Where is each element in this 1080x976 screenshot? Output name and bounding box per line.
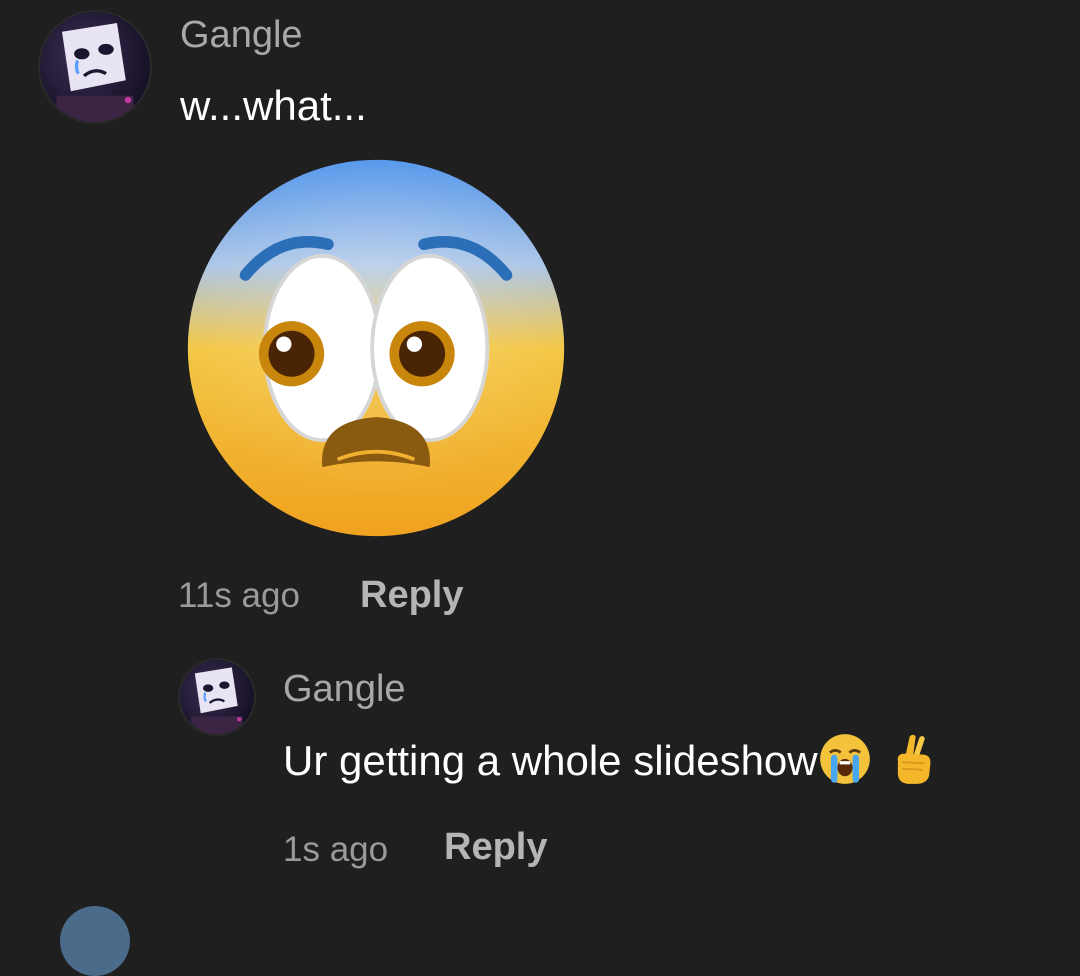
avatar[interactable] [180, 660, 254, 734]
username[interactable]: Gangle [283, 668, 406, 711]
timestamp: 1s ago [283, 830, 389, 869]
comment: Gangle w...what... 11s ago Reply [0, 0, 1080, 640]
comment-text: Ur getting a whole slideshow [283, 737, 818, 785]
username[interactable]: Gangle [180, 14, 303, 57]
avatar[interactable] [40, 12, 150, 122]
reply-button[interactable]: Reply [360, 574, 463, 617]
comment-text: w...what... [180, 82, 367, 129]
fearful-face-sticker [184, 156, 568, 540]
loudly-crying-face-emoji [818, 732, 872, 796]
avatar[interactable] [60, 906, 130, 976]
reply-button[interactable]: Reply [444, 826, 547, 869]
crossed-fingers-emoji [886, 732, 940, 796]
timestamp: 11s ago [178, 576, 300, 615]
reply-comment: Gangle Ur getting a whole slideshow 1s a… [0, 640, 1080, 916]
comment-text-row: Ur getting a whole slideshow [283, 732, 940, 796]
